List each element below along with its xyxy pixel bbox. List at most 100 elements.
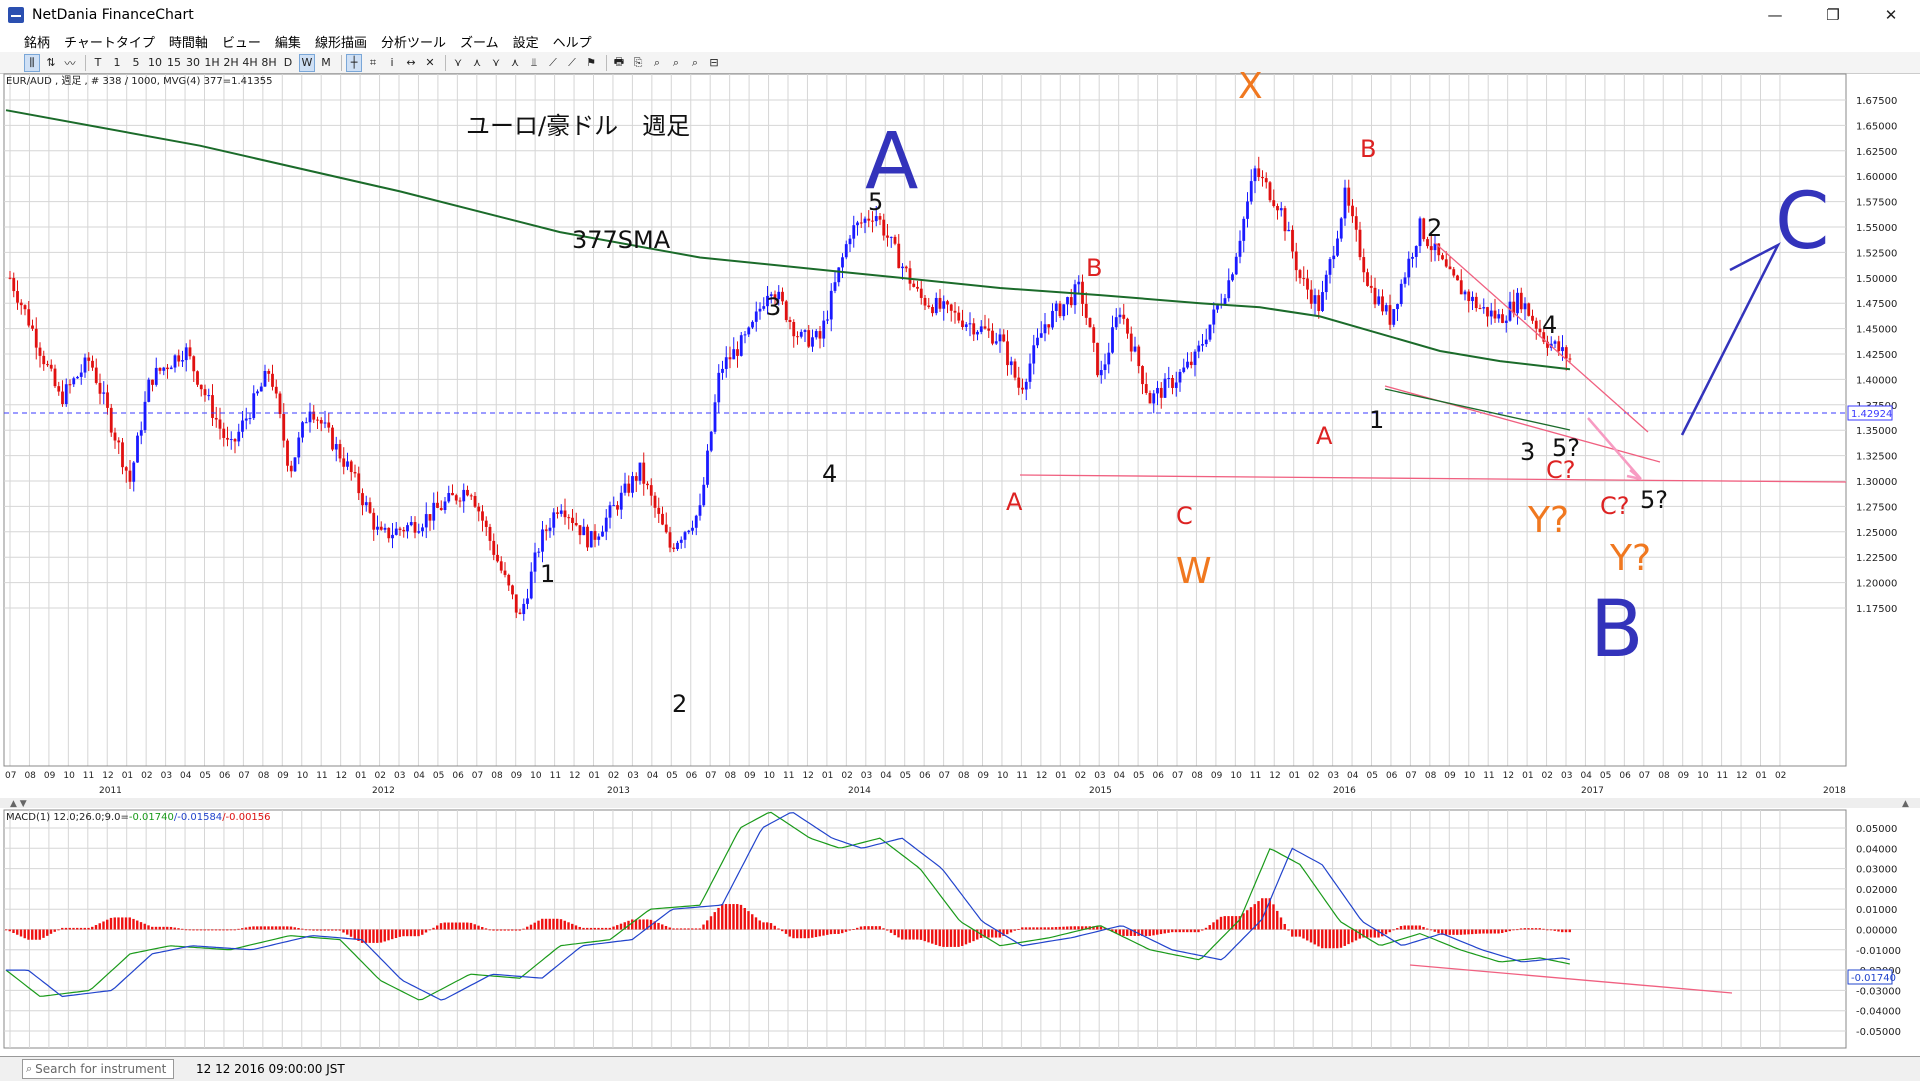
macd-histogram-bar (957, 929, 960, 947)
macd-histogram-bar (571, 923, 574, 930)
macd-histogram-bar (732, 904, 735, 930)
macd-histogram-bar (533, 922, 536, 930)
candle-body (1557, 341, 1561, 352)
candle-body (64, 384, 68, 405)
candle-body (1118, 314, 1122, 318)
year-tick: 2017 (1581, 786, 1604, 796)
candle-body (946, 301, 949, 305)
month-tick: 08 (1191, 771, 1203, 781)
candle-body (1358, 229, 1362, 258)
macd-histogram-bar (443, 922, 446, 930)
price-tick: 1.42500 (1856, 350, 1897, 361)
candle-body (1276, 205, 1279, 211)
candle-body (477, 506, 481, 512)
red-label-A1: A (1006, 488, 1023, 516)
macd-histogram-bar (4, 929, 8, 931)
candle-body (102, 392, 106, 394)
candle-body (784, 301, 788, 321)
candle-body (1429, 246, 1433, 251)
macd-histogram-bar (1553, 929, 1556, 931)
candle-body (511, 585, 514, 595)
month-tick: 07 (1405, 771, 1416, 781)
candle-body (829, 290, 833, 320)
candle-body (1291, 229, 1294, 252)
candle-body (1223, 298, 1227, 304)
candle-body (706, 450, 709, 485)
candle-body (1141, 366, 1144, 385)
macd-histogram-bar (1459, 929, 1463, 935)
candle-body (964, 324, 968, 328)
candle-body (1328, 259, 1332, 275)
macd-histogram-bar (316, 929, 319, 931)
candle-body (136, 435, 139, 463)
candle-body (1148, 392, 1152, 404)
month-tick: 12 (1036, 771, 1047, 781)
candle-body (1006, 341, 1009, 366)
macd-histogram-bar (1527, 928, 1530, 930)
candle-body (837, 267, 841, 283)
macd-histogram-bar (803, 929, 806, 939)
macd-histogram-bar (631, 919, 634, 930)
macd-histogram-bar (1054, 927, 1058, 930)
month-tick: 10 (1230, 771, 1242, 781)
macd-histogram-bar (1373, 929, 1376, 938)
price-chart[interactable]: EUR/AUD , 週足 , # 338 / 1000, MVG(4) 377=… (0, 0, 1920, 1056)
macd-histogram-bar (1519, 928, 1523, 930)
macd-histogram-bar (304, 929, 308, 931)
macd-histogram-bar (1332, 929, 1335, 949)
month-tick: 03 (1328, 771, 1339, 781)
price-tick: 1.62500 (1856, 147, 1897, 158)
macd-histogram-bar (1542, 928, 1545, 930)
candle-body (612, 505, 616, 507)
macd-histogram-bar (102, 921, 105, 930)
macd-histogram-bar (728, 904, 731, 930)
candle-body (368, 502, 372, 513)
candle-body (1459, 280, 1463, 295)
macd-histogram-bar (211, 929, 214, 931)
candle-body (439, 507, 443, 511)
candle-body (867, 218, 871, 221)
candle-body (953, 310, 957, 313)
macd-histogram-bar (1546, 929, 1549, 931)
candle-body (1463, 291, 1467, 295)
candle-body (1384, 305, 1388, 312)
panel-close-icon[interactable]: ▲ (1902, 799, 1909, 809)
candle-body (788, 320, 792, 322)
macd-histogram-bar (349, 929, 353, 937)
wave-2: 2 (672, 690, 687, 718)
year-tick: 2013 (607, 786, 630, 796)
candle-body (957, 312, 961, 321)
instrument-search-input[interactable]: ⌕ Search for instrument (22, 1059, 174, 1079)
macd-histogram-bar (619, 923, 623, 930)
candle-body (379, 526, 383, 530)
wave2-4: 4 (1542, 311, 1557, 339)
candle-body (1073, 284, 1077, 306)
macd-histogram-bar (691, 928, 694, 930)
month-tick: 10 (1697, 771, 1709, 781)
macd-tick: 0.04000 (1856, 844, 1897, 855)
macd-histogram-bar (1463, 929, 1466, 935)
candle-body (758, 308, 762, 312)
candle-body (278, 393, 282, 415)
macd-histogram-bar (901, 929, 904, 940)
macd-histogram-bar (331, 929, 334, 931)
current-price-label: 1.42924 (1851, 409, 1892, 420)
month-tick: 07 (238, 771, 249, 781)
macd-histogram-bar (1426, 928, 1429, 930)
macd-histogram-bar (1212, 922, 1215, 930)
candle-body (158, 367, 162, 371)
month-tick: 06 (686, 771, 698, 781)
macd-histogram-bar (132, 918, 135, 930)
macd-histogram-bar (218, 929, 221, 931)
macd-histogram-bar (1392, 929, 1395, 931)
candle-body (469, 495, 473, 497)
candle-body (316, 419, 319, 421)
macd-tick: 0.01000 (1856, 905, 1897, 916)
candle-body (394, 528, 398, 535)
panel-divider-icon[interactable]: ▲ ▼ (10, 799, 27, 809)
macd-histogram-bar (597, 927, 600, 930)
candle-body (1002, 334, 1006, 342)
candle-body (484, 520, 488, 527)
candle-body (638, 462, 642, 481)
candle-body (353, 472, 357, 474)
